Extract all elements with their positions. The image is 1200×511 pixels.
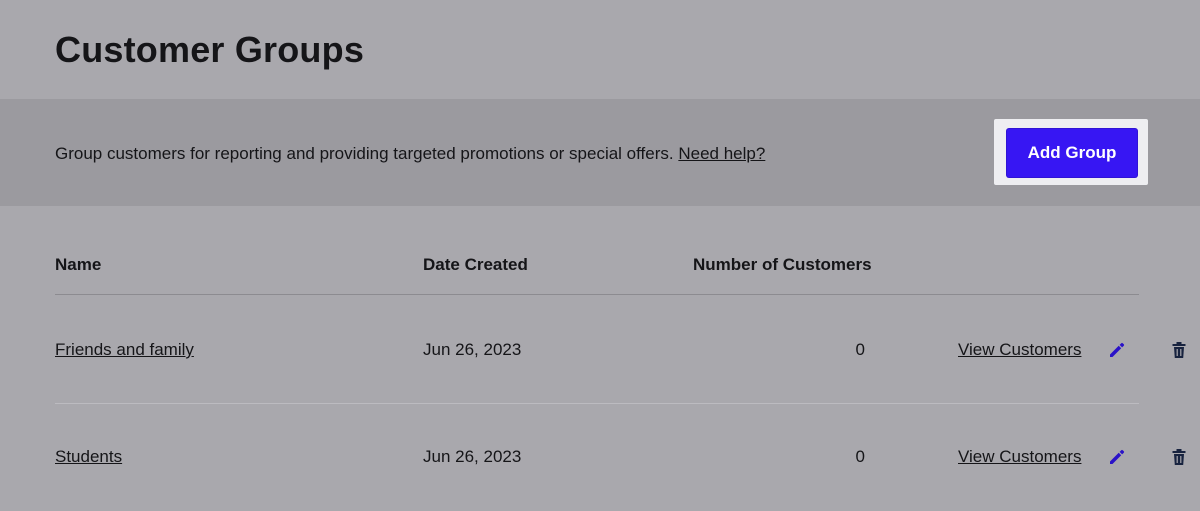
- customer-count: 0: [855, 447, 865, 466]
- banner-description-row: Group customers for reporting and provid…: [55, 144, 765, 164]
- date-created: Jun 26, 2023: [423, 447, 522, 466]
- trash-icon[interactable]: [1169, 340, 1189, 360]
- group-name-link[interactable]: Friends and family: [55, 340, 194, 360]
- header-divider: [55, 294, 1139, 295]
- trash-icon[interactable]: [1169, 447, 1189, 467]
- pencil-icon[interactable]: [1107, 447, 1127, 467]
- customer-count: 0: [855, 340, 865, 359]
- column-header-name: Name: [55, 255, 102, 274]
- add-group-button-wrapper: Add Group: [994, 119, 1148, 185]
- row-divider: [55, 403, 1139, 404]
- add-group-button[interactable]: Add Group: [1006, 128, 1138, 178]
- group-name-link[interactable]: Students: [55, 447, 122, 467]
- date-created: Jun 26, 2023: [423, 340, 522, 359]
- view-customers-link[interactable]: View Customers: [958, 447, 1081, 467]
- view-customers-link[interactable]: View Customers: [958, 340, 1081, 360]
- pencil-icon[interactable]: [1107, 340, 1127, 360]
- page-title: Customer Groups: [55, 29, 365, 70]
- column-header-date-created: Date Created: [423, 255, 528, 274]
- column-header-number-of-customers: Number of Customers: [693, 255, 872, 274]
- need-help-link[interactable]: Need help?: [678, 144, 765, 163]
- banner-description: Group customers for reporting and provid…: [55, 144, 674, 163]
